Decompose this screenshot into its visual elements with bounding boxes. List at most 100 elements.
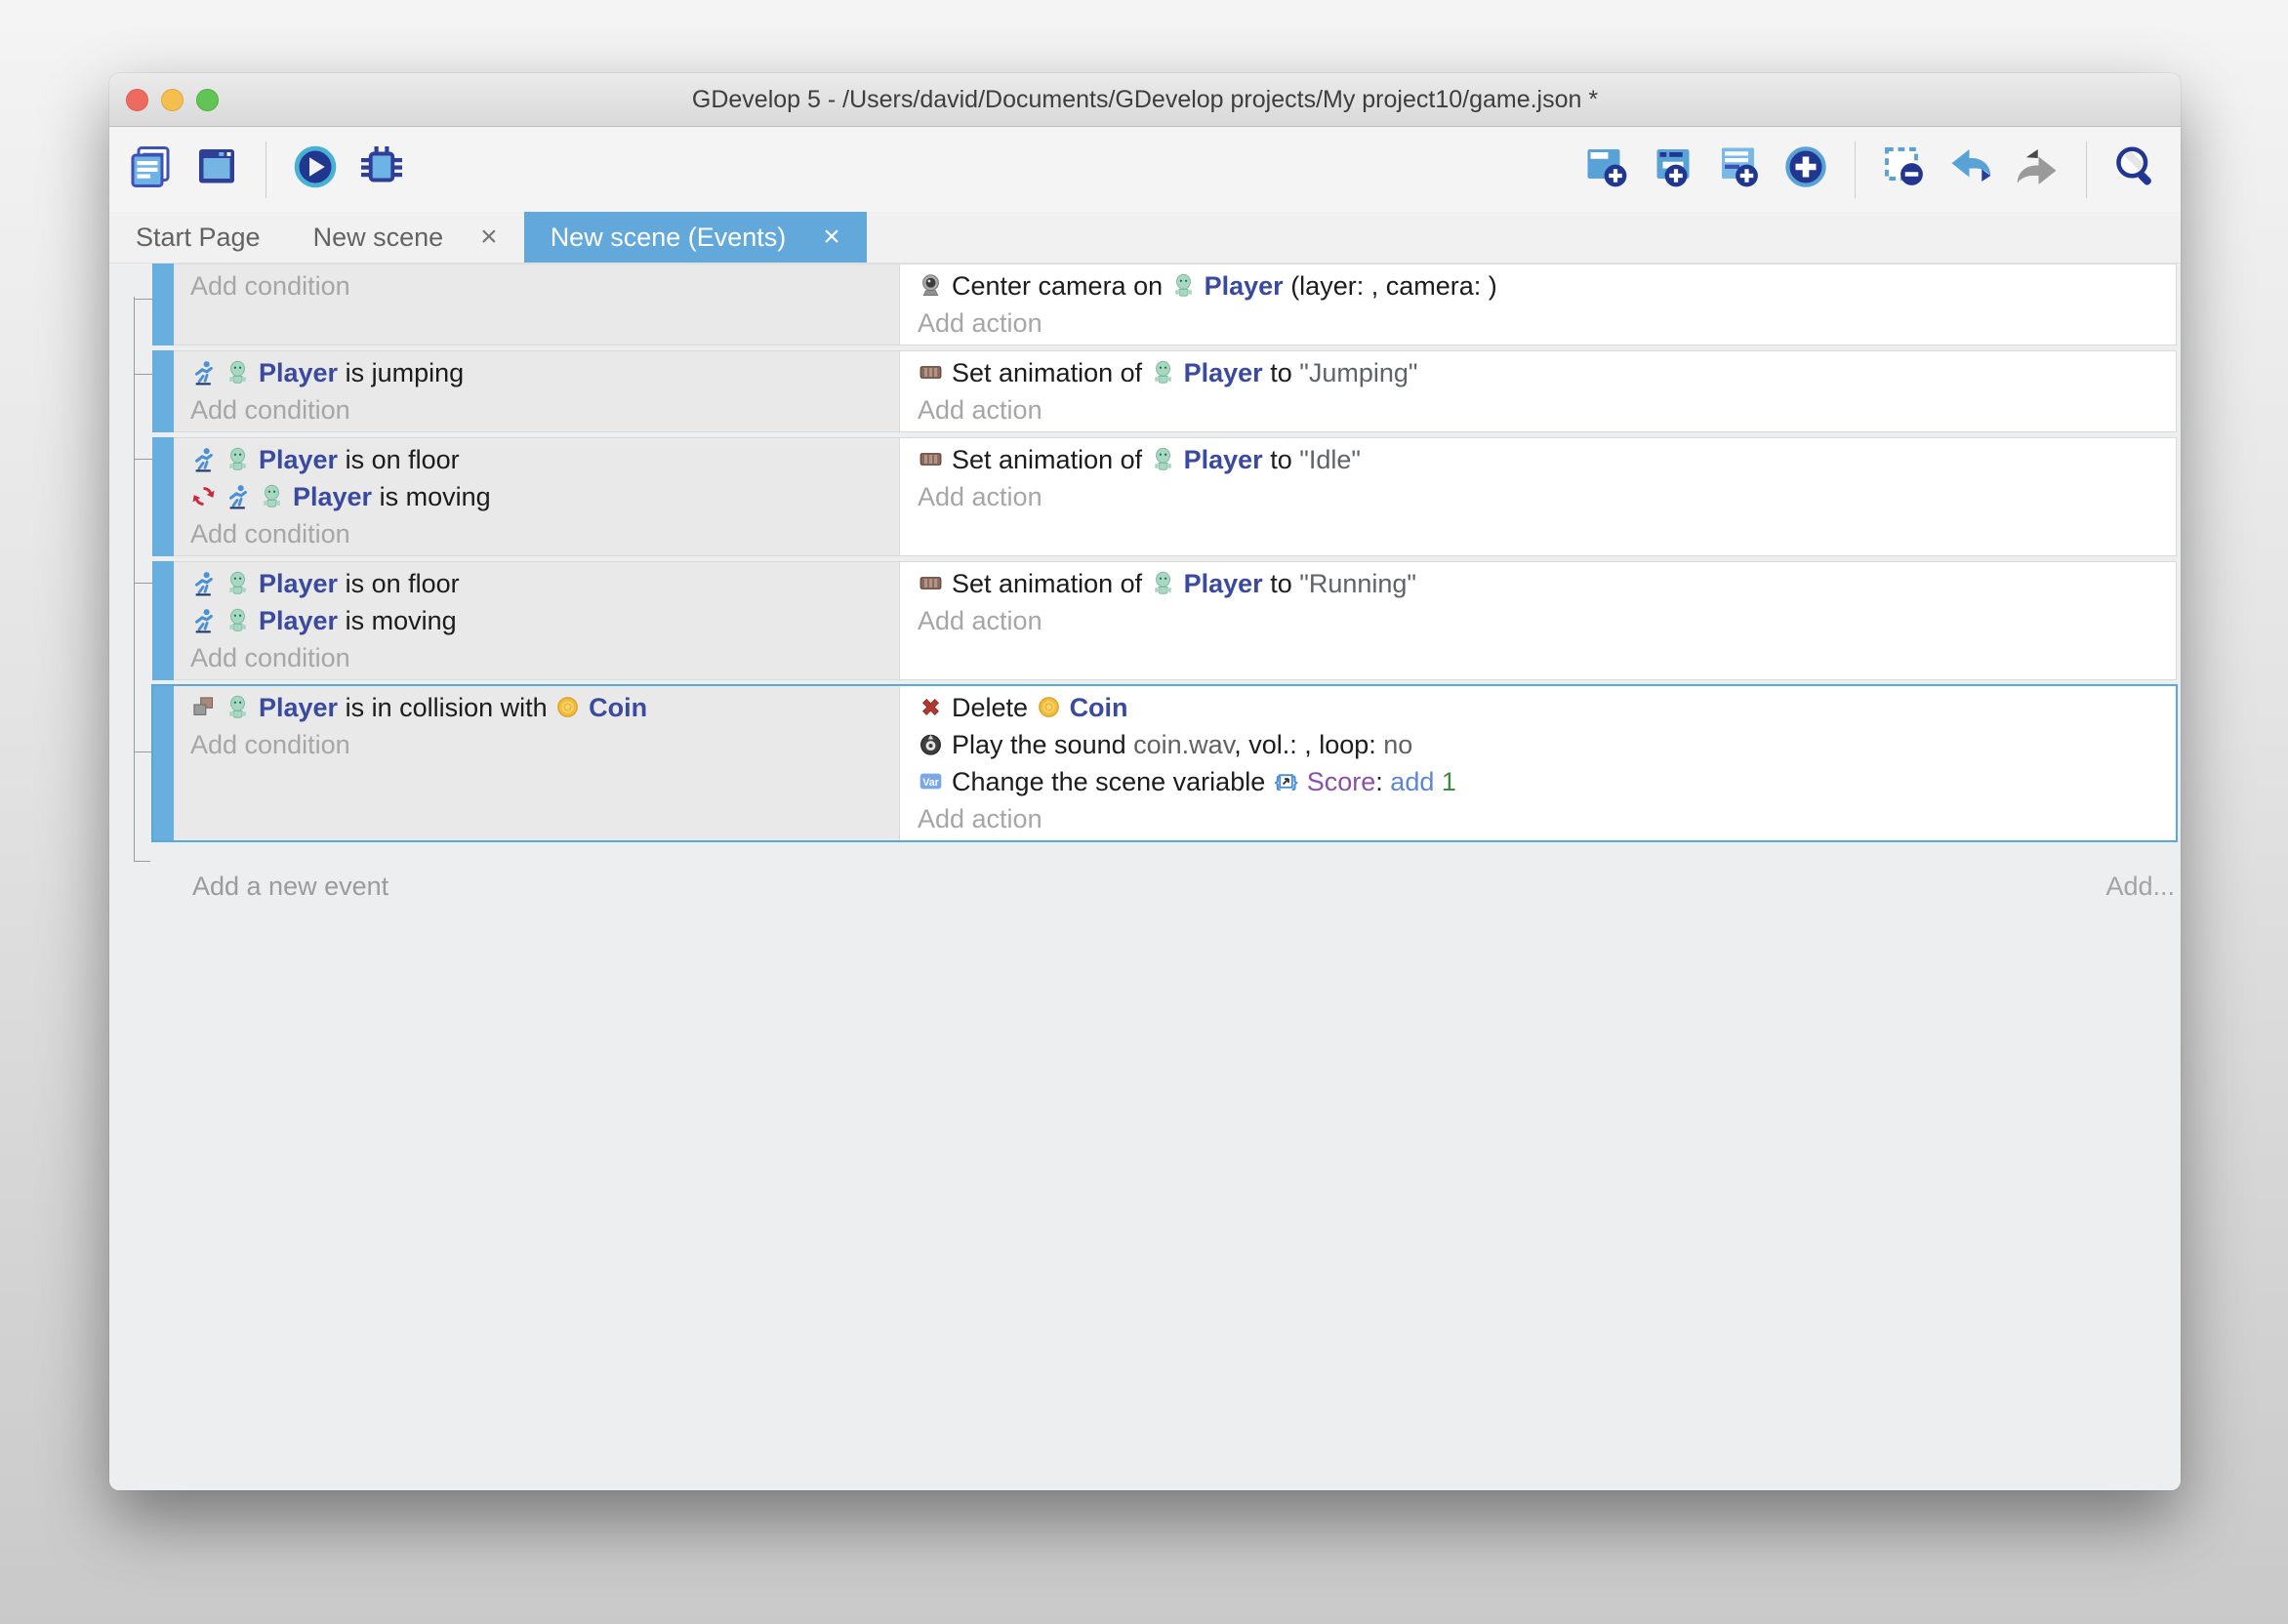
tab-new-scene[interactable]: New scene × <box>287 212 524 263</box>
action-line[interactable]: Set animation of Player to "Jumping" <box>918 354 2176 391</box>
event-drag-bar[interactable] <box>152 350 174 432</box>
tab-label: New scene <box>313 223 444 253</box>
conditions-column: Add condition <box>174 264 900 345</box>
add-event-button[interactable] <box>1581 144 1632 195</box>
events-list: Add condition Center camera on Player (la… <box>152 264 2177 841</box>
condition-line[interactable]: Player is on floor <box>190 565 899 602</box>
main-toolbar <box>109 127 2181 212</box>
text-segment: no <box>1383 730 1412 759</box>
close-window-button[interactable] <box>126 89 148 111</box>
tab-close-button[interactable]: × <box>823 223 840 252</box>
debugger-button[interactable] <box>356 144 407 195</box>
event-drag-bar[interactable] <box>152 264 174 345</box>
add-choose-button[interactable] <box>1780 144 1831 195</box>
conditions-column: Player is on floorPlayer is movingAdd co… <box>174 437 900 556</box>
add-action-button[interactable]: Add action <box>918 800 2176 837</box>
preview-play-button[interactable] <box>290 144 341 195</box>
events-sheet: Add condition Center camera on Player (la… <box>109 264 2181 1490</box>
add-action-button[interactable]: Add action <box>918 602 2176 639</box>
add-condition-button[interactable]: Add condition <box>190 391 899 428</box>
svg-text:Var: Var <box>922 777 939 789</box>
text-segment: (layer: , camera: ) <box>1284 271 1497 301</box>
player-icon <box>1170 272 1197 299</box>
minimize-window-button[interactable] <box>161 89 184 111</box>
project-manager-button[interactable] <box>125 144 176 195</box>
text-segment: to <box>1263 445 1300 474</box>
add-condition-button[interactable]: Add condition <box>190 267 899 304</box>
condition-line[interactable]: Player is moving <box>190 602 899 639</box>
condition-line[interactable]: Player is jumping <box>190 354 899 391</box>
invert-icon <box>190 483 217 509</box>
condition-line[interactable]: Player is on floor <box>190 441 899 478</box>
tree-line-foot <box>134 861 150 862</box>
event-row[interactable]: Add condition Center camera on Player (la… <box>152 264 2177 345</box>
action-line[interactable]: Set animation of Player to "Idle" <box>918 441 2176 478</box>
event-row[interactable]: Player is on floorPlayer is movingAdd co… <box>152 437 2177 556</box>
tab-start-page[interactable]: Start Page <box>109 212 287 263</box>
action-line[interactable]: Center camera on Player (layer: , camera… <box>918 267 2176 304</box>
event-drag-bar[interactable] <box>152 685 174 841</box>
add-condition-button[interactable]: Add condition <box>190 515 899 552</box>
animation-icon <box>918 570 944 596</box>
action-line[interactable]: Set animation of Player to "Running" <box>918 565 2176 602</box>
add-action-button[interactable]: Add action <box>918 478 2176 515</box>
add-sub-event-button[interactable] <box>1648 144 1698 195</box>
add-event-icon <box>1583 143 1630 195</box>
actions-column: Set animation of Player to "Running"Add … <box>900 561 2177 680</box>
tree-branch-line <box>134 583 152 584</box>
actions-column: Delete CoinPlay the sound coin.wav, vol.… <box>900 685 2177 841</box>
tab-new-scene-events[interactable]: New scene (Events) × <box>524 212 867 263</box>
player-icon <box>225 446 251 472</box>
add-new-event-button[interactable]: Add a new event <box>192 872 388 902</box>
undo-button[interactable] <box>1945 144 1996 195</box>
toolbar-divider <box>1855 142 1856 198</box>
text-segment: : <box>1375 767 1390 796</box>
text-segment: Score <box>1307 767 1376 796</box>
text-segment: to <box>1263 358 1300 387</box>
scene-window-button[interactable] <box>191 144 242 195</box>
add-action-button[interactable]: Add action <box>918 304 2176 342</box>
redo-button[interactable] <box>2012 144 2063 195</box>
event-drag-bar[interactable] <box>152 561 174 680</box>
text-segment: is moving <box>338 606 457 635</box>
text-segment: is on floor <box>338 445 460 474</box>
conditions-column: Player is on floorPlayer is movingAdd co… <box>174 561 900 680</box>
search-button[interactable] <box>2110 144 2161 195</box>
add-more-button[interactable]: Add... <box>2105 872 2177 902</box>
delete-selection-icon <box>1881 143 1928 195</box>
coin-icon <box>1036 694 1062 720</box>
event-row[interactable]: Player is jumpingAdd condition Set animat… <box>152 350 2177 432</box>
add-condition-button[interactable]: Add condition <box>190 639 899 676</box>
text-segment: Center camera on <box>952 271 1170 301</box>
add-condition-button[interactable]: Add condition <box>190 726 899 763</box>
event-row[interactable]: Player is on floorPlayer is movingAdd co… <box>152 561 2177 680</box>
action-line[interactable]: VarChange the scene variable {}Score: ad… <box>918 763 2176 800</box>
text-segment: Set animation of <box>952 445 1150 474</box>
tree-branch-line <box>134 299 152 300</box>
add-comment-button[interactable] <box>1714 144 1765 195</box>
condition-line[interactable]: Player is in collision with Coin <box>190 689 899 726</box>
player-icon <box>1150 446 1176 472</box>
player-icon <box>1150 359 1176 386</box>
scenevar-icon: {} <box>1273 768 1299 794</box>
text-segment <box>1434 767 1442 796</box>
events-footer: Add a new event Add... <box>152 872 2177 902</box>
platformer-icon <box>190 607 217 633</box>
gdevelop-window: GDevelop 5 - /Users/david/Documents/GDev… <box>109 73 2181 1490</box>
player-icon <box>225 607 251 633</box>
text-segment: Set animation of <box>952 569 1150 598</box>
text-segment: "Idle" <box>1299 445 1361 474</box>
action-line[interactable]: Delete Coin <box>918 689 2176 726</box>
tab-close-button[interactable]: × <box>480 223 498 252</box>
event-drag-bar[interactable] <box>152 437 174 556</box>
zoom-window-button[interactable] <box>196 89 219 111</box>
toolbar-right-group <box>1581 142 2161 198</box>
add-action-button[interactable]: Add action <box>918 391 2176 428</box>
text-segment: Player <box>259 445 338 474</box>
action-line[interactable]: Play the sound coin.wav, vol.: , loop: n… <box>918 726 2176 763</box>
delete-selection-button[interactable] <box>1879 144 1930 195</box>
event-row[interactable]: Player is in collision with CoinAdd cond… <box>152 685 2177 841</box>
condition-line[interactable]: Player is moving <box>190 478 899 515</box>
player-icon <box>225 570 251 596</box>
actions-column: Center camera on Player (layer: , camera… <box>900 264 2177 345</box>
